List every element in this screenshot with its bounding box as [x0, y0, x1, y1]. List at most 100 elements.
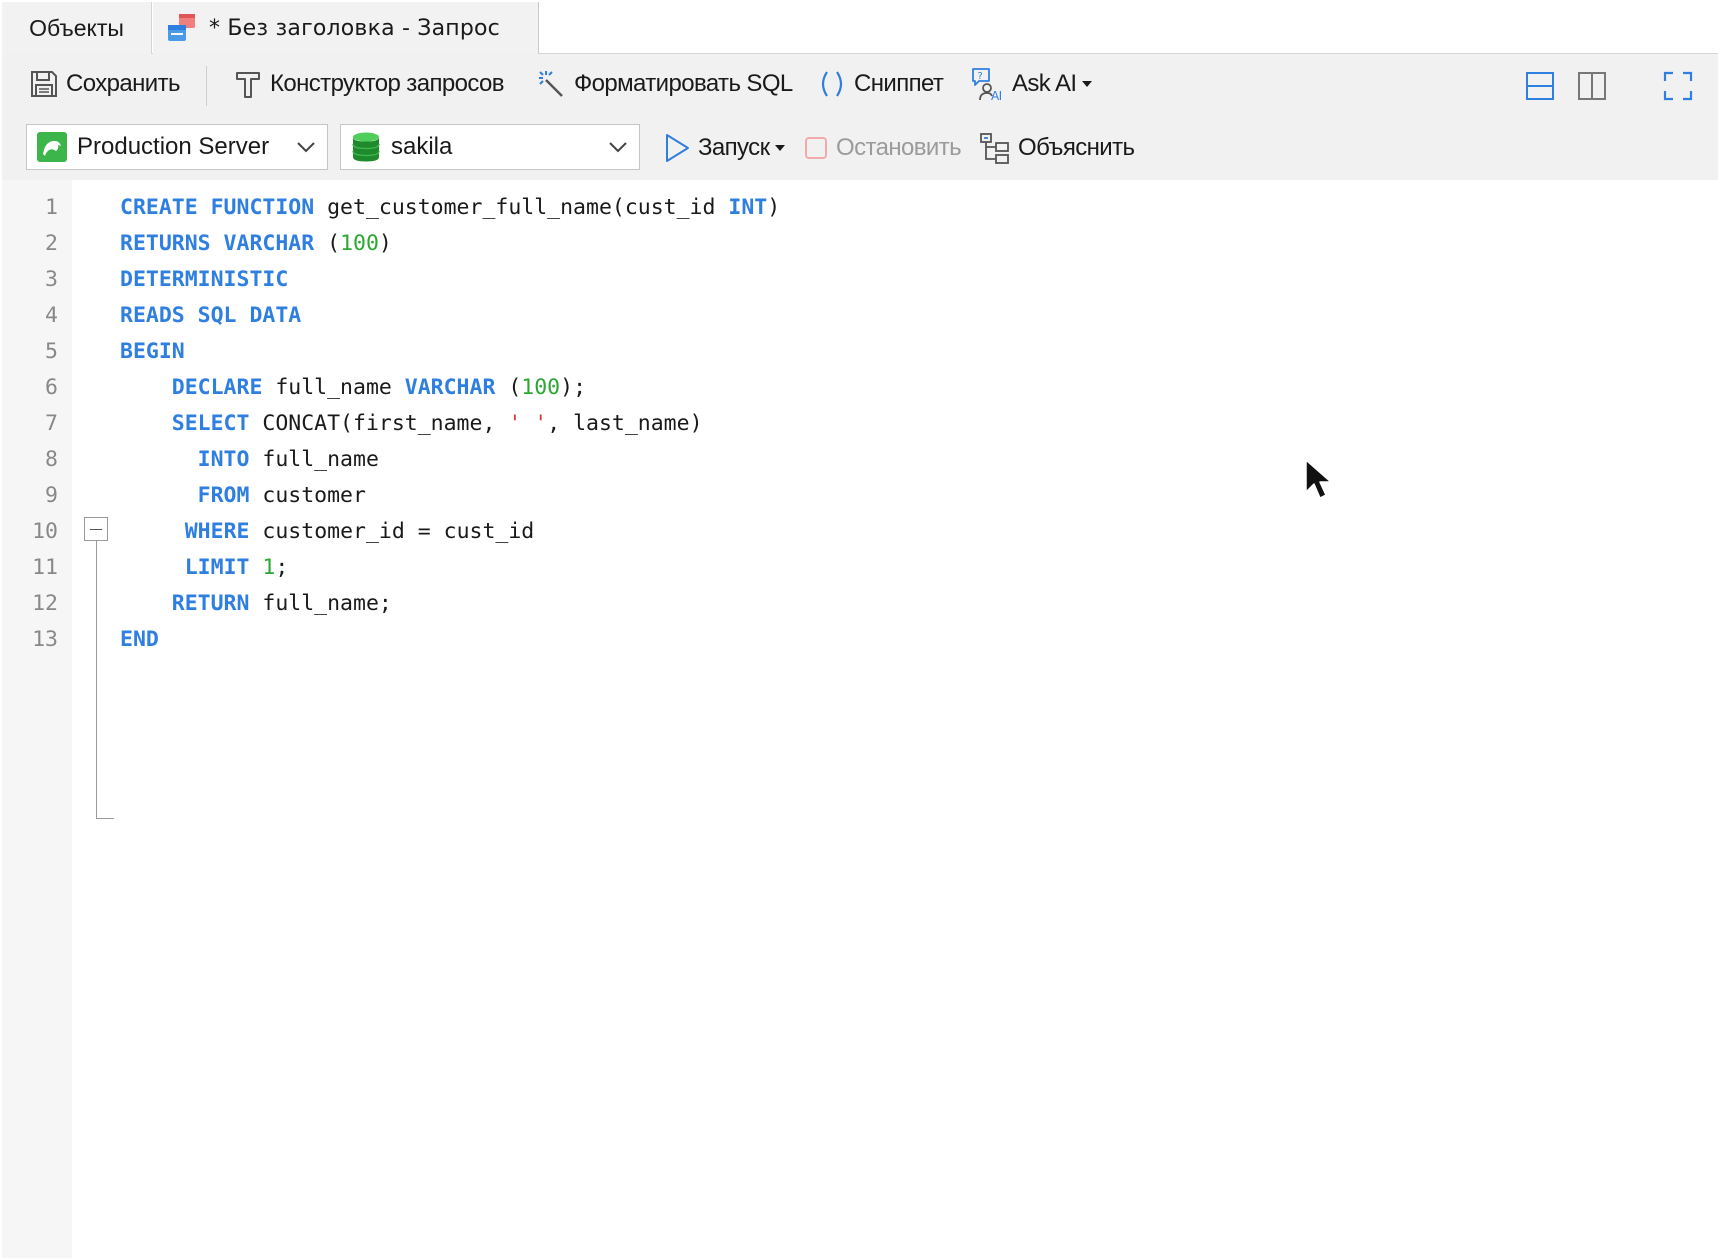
code-line[interactable]: 9 FROM customer — [2, 478, 1718, 514]
sql-token: ( — [495, 375, 522, 400]
code-line[interactable]: 8 INTO full_name — [2, 442, 1718, 478]
sql-editor[interactable]: 1 CREATE FUNCTION get_customer_full_name(… — [2, 180, 1718, 1258]
sql-number: 100 — [340, 231, 379, 256]
explain-label: Объяснить — [1018, 134, 1135, 161]
code-text: SELECT CONCAT(first_name, ' ', last_name… — [120, 406, 703, 442]
tab-query[interactable]: * Без заголовка - Запрос — [153, 2, 539, 54]
database-icon — [352, 132, 380, 162]
ask-ai-button[interactable]: ? AI Ask AI — [970, 62, 1093, 106]
sql-token: full_name — [249, 447, 379, 472]
code-line[interactable]: 10 WHERE customer_id = cust_id — [2, 514, 1718, 550]
save-button[interactable]: Сохранить — [28, 62, 180, 106]
split-horizontal-icon — [1526, 72, 1554, 100]
sql-token: full_name; — [249, 591, 392, 616]
chevron-down-icon — [297, 142, 315, 153]
play-icon — [666, 134, 689, 162]
line-number: 6 — [45, 375, 58, 400]
tab-query-label: * Без заголовка - Запрос — [209, 15, 500, 41]
sql-string: ' ' — [508, 411, 548, 436]
line-number: 7 — [45, 411, 58, 436]
run-button[interactable]: Запуск — [662, 126, 786, 170]
mysql-connection-icon — [37, 132, 67, 162]
line-number: 1 — [45, 195, 58, 220]
sql-keyword: BEGIN — [120, 339, 185, 364]
code-line[interactable]: 5 BEGIN — [2, 334, 1718, 370]
explain-button[interactable]: Объяснить — [978, 126, 1135, 170]
sql-keyword: CREATE FUNCTION — [120, 195, 315, 220]
sql-token: ; — [275, 555, 289, 580]
code-line[interactable]: 1 CREATE FUNCTION get_customer_full_name(… — [2, 190, 1718, 226]
split-horizontal-button[interactable] — [1524, 64, 1556, 108]
stop-label: Остановить — [836, 134, 962, 161]
sql-token: full_name — [262, 375, 405, 400]
code-line[interactable]: 11 LIMIT 1; — [2, 550, 1718, 586]
toolbar-separator — [206, 66, 207, 106]
split-vertical-button[interactable] — [1576, 64, 1608, 108]
run-label: Запуск — [698, 134, 770, 161]
code-text: INTO full_name — [120, 442, 379, 478]
connection-select[interactable]: Production Server — [26, 124, 328, 170]
explain-icon — [980, 133, 1009, 164]
line-number: 11 — [32, 555, 58, 580]
sql-keyword: FROM — [197, 483, 250, 508]
sql-keyword: DECLARE — [171, 375, 263, 400]
code-line[interactable]: 2 RETURNS VARCHAR (100) — [2, 226, 1718, 262]
code-text: FROM customer — [120, 478, 366, 514]
sql-number: 1 — [262, 555, 276, 580]
sql-token: CONCAT(first_name, — [249, 411, 509, 436]
query-builder-button[interactable]: Конструктор запросов — [232, 62, 505, 106]
sql-token: get_customer_full_name(cust_id — [314, 195, 729, 220]
sql-token: ); — [560, 375, 587, 400]
tab-objects[interactable]: Объекты — [2, 2, 152, 54]
code-line[interactable]: 6 DECLARE full_name VARCHAR (100); — [2, 370, 1718, 406]
svg-text:AI: AI — [991, 89, 1002, 102]
query-builder-label: Конструктор запросов — [270, 70, 505, 97]
code-line[interactable]: 12 RETURN full_name; — [2, 586, 1718, 622]
sql-keyword: DETERMINISTIC — [120, 267, 289, 292]
ask-ai-dropdown-icon — [1082, 81, 1093, 87]
fold-toggle-begin[interactable] — [84, 517, 108, 541]
mouse-pointer-icon — [1305, 459, 1332, 499]
sql-keyword: WHERE — [184, 519, 250, 544]
snippet-icon — [821, 71, 843, 97]
line-number: 4 — [45, 303, 58, 328]
sql-keyword: SELECT — [171, 411, 250, 436]
database-select[interactable]: sakila — [340, 124, 640, 170]
line-number: 10 — [32, 519, 58, 544]
query-builder-icon — [236, 72, 260, 98]
code-line[interactable]: 3 DETERMINISTIC — [2, 262, 1718, 298]
format-sql-button[interactable]: Форматировать SQL — [536, 62, 793, 106]
svg-text:?: ? — [978, 71, 983, 82]
database-select-value: sakila — [391, 133, 453, 160]
code-line[interactable]: 7 SELECT CONCAT(first_name, ' ', last_na… — [2, 406, 1718, 442]
snippet-button[interactable]: Сниппет — [816, 62, 944, 106]
code-text: RETURN full_name; — [120, 586, 392, 622]
ask-ai-label: Ask AI — [1012, 70, 1077, 97]
run-dropdown-icon — [775, 145, 786, 151]
line-number: 2 — [45, 231, 58, 256]
tab-objects-label: Объекты — [29, 14, 124, 41]
line-number: 3 — [45, 267, 58, 292]
line-number: 9 — [45, 483, 58, 508]
code-line[interactable]: 13 END — [2, 622, 1718, 658]
fullscreen-button[interactable] — [1662, 64, 1694, 108]
sql-keyword: INTO — [197, 447, 250, 472]
sql-keyword: END — [120, 627, 159, 652]
code-text: RETURNS VARCHAR (100) — [120, 226, 392, 262]
stop-button[interactable]: Остановить — [802, 126, 962, 170]
ask-ai-icon: ? AI — [972, 68, 1002, 102]
sql-keyword: LIMIT — [184, 555, 250, 580]
fold-guide-line — [96, 541, 97, 818]
code-area[interactable]: 1 CREATE FUNCTION get_customer_full_name(… — [2, 190, 1718, 658]
toolbar-area: Сохранить Конструктор запросов Форматиро… — [2, 54, 1718, 180]
code-line[interactable]: 4 READS SQL DATA — [2, 298, 1718, 334]
code-text: DECLARE full_name VARCHAR (100); — [120, 370, 586, 406]
format-sql-label: Форматировать SQL — [574, 70, 793, 97]
split-vertical-icon — [1578, 72, 1606, 100]
connection-select-value: Production Server — [77, 133, 270, 160]
